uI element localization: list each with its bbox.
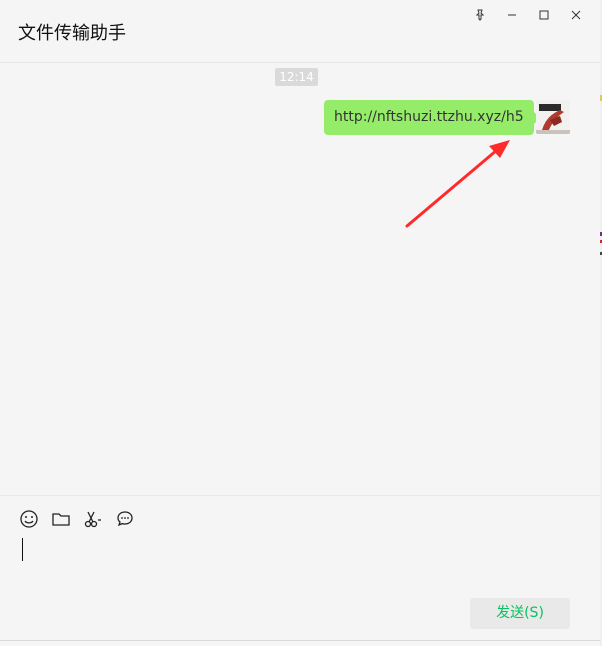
header-divider bbox=[0, 62, 600, 63]
window-controls bbox=[464, 4, 592, 26]
close-icon[interactable] bbox=[560, 4, 592, 26]
message-bubble[interactable]: http://nftshuzi.ttzhu.xyz/h5 bbox=[324, 100, 540, 135]
chat-window: 文件传输助手 12:14 http://nftshuzi.ttzhu.xyz/h… bbox=[0, 0, 601, 641]
chat-bubble-icon[interactable] bbox=[114, 508, 136, 530]
pin-icon[interactable] bbox=[464, 4, 496, 26]
message-timestamp: 12:14 bbox=[275, 68, 318, 86]
emoji-icon[interactable] bbox=[18, 508, 40, 530]
chat-title: 文件传输助手 bbox=[18, 23, 126, 44]
avatar[interactable] bbox=[536, 100, 570, 134]
input-divider bbox=[0, 495, 602, 496]
send-button[interactable]: 发送(S) bbox=[470, 598, 570, 629]
folder-icon[interactable] bbox=[50, 508, 72, 530]
input-toolbar bbox=[18, 508, 136, 530]
maximize-icon[interactable] bbox=[528, 4, 560, 26]
minimize-icon[interactable] bbox=[496, 4, 528, 26]
scissors-icon[interactable] bbox=[82, 508, 104, 530]
text-input-caret[interactable] bbox=[22, 538, 23, 561]
avatar-image bbox=[536, 100, 570, 134]
